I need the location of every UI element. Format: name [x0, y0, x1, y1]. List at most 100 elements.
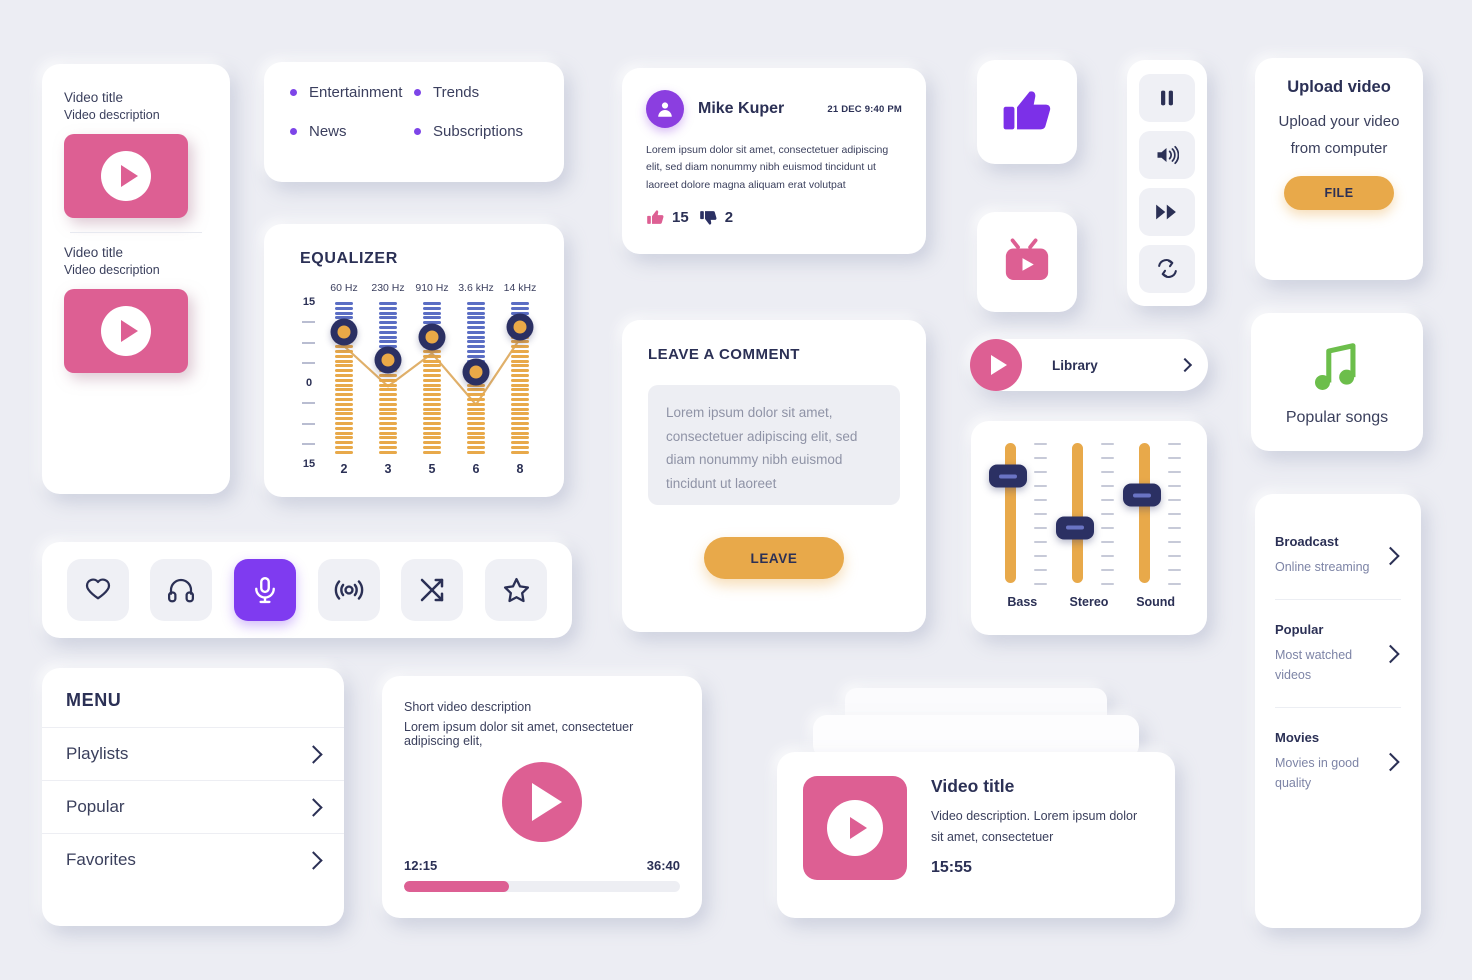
equalizer-track-segment: [467, 422, 485, 425]
mixer-tick: [1100, 569, 1114, 571]
category-news[interactable]: News: [290, 123, 414, 140]
equalizer-slider-track[interactable]: [379, 302, 397, 454]
broadcast-item-subtitle: Movies in good quality: [1275, 756, 1360, 790]
equalizer-track-segment: [467, 431, 485, 435]
broadcast-item-movies[interactable]: Movies Movies in good quality: [1275, 707, 1401, 815]
equalizer-track-segment: [467, 398, 485, 401]
equalizer-plot[interactable]: [322, 302, 542, 454]
equalizer-knob-center: [425, 330, 439, 344]
broadcast-item-popular[interactable]: Popular Most watched videos: [1275, 599, 1401, 707]
leave-button[interactable]: LEAVE: [704, 537, 844, 579]
popular-songs-card[interactable]: Popular songs: [1251, 313, 1423, 451]
comment-input[interactable]: Lorem ipsum dolor sit amet, consectetuer…: [648, 385, 900, 505]
library-label: Library: [1052, 357, 1098, 373]
equalizer-track-segment: [335, 350, 353, 353]
video-player-card: Short video description Lorem ipsum dolo…: [382, 676, 702, 918]
dislike-button[interactable]: 2: [699, 208, 733, 227]
video-list-item[interactable]: Video title Video description: [64, 237, 208, 383]
equalizer-track-segment: [423, 436, 441, 440]
mixer-tick: [1100, 471, 1114, 473]
like-button[interactable]: 15: [646, 208, 689, 227]
video-thumbnail[interactable]: [64, 289, 188, 373]
menu-title: MENU: [66, 690, 122, 710]
equalizer-knob-center: [337, 325, 351, 339]
broadcast-item-title: Movies: [1275, 730, 1320, 745]
equalizer-track-segment: [335, 369, 353, 373]
video-list-card: Video title Video description Video titl…: [42, 64, 230, 494]
mixer-tick: [1034, 471, 1048, 473]
broadcast-icon[interactable]: [317, 559, 380, 621]
avatar: [646, 90, 684, 128]
fast-forward-icon[interactable]: [1139, 187, 1195, 236]
mixer-label: Bass: [1007, 595, 1038, 609]
progress-fill: [404, 881, 509, 892]
shuffle-icon[interactable]: [401, 559, 464, 621]
mixer-tick: [1034, 499, 1048, 501]
tv-tile-button[interactable]: [977, 212, 1077, 312]
video-description: Video description: [64, 108, 160, 122]
category-label: Subscriptions: [433, 123, 524, 140]
equalizer-knob[interactable]: [418, 323, 446, 351]
video-thumbnail[interactable]: [64, 134, 188, 218]
equalizer-track-segment: [423, 398, 441, 401]
menu-card: MENU Playlists Popular Favorites: [42, 668, 344, 926]
equalizer-track-segment: [467, 426, 485, 430]
equalizer-track-segment: [335, 393, 353, 397]
category-entertainment[interactable]: Entertainment: [290, 84, 414, 101]
mixer-slider[interactable]: [1055, 439, 1118, 587]
equalizer-frequency-label: 14 kHz: [503, 282, 537, 294]
mixer-thumb-grip: [1132, 493, 1151, 498]
equalizer-track-segment: [423, 383, 441, 387]
microphone-icon[interactable]: [234, 559, 297, 621]
broadcast-item-broadcast[interactable]: Broadcast Online streaming: [1275, 512, 1401, 599]
like-tile-button[interactable]: [977, 60, 1077, 164]
file-button[interactable]: FILE: [1284, 176, 1394, 211]
equalizer-track-segment: [467, 393, 485, 397]
equalizer-track-segment: [379, 306, 397, 310]
mixer-tick: [1100, 485, 1114, 487]
category-trends[interactable]: Trends: [414, 84, 538, 101]
video-list-item[interactable]: Video title Video description: [64, 82, 208, 228]
equalizer-frequency-label: 3.6 kHz: [458, 282, 494, 294]
stacked-video-card[interactable]: Video title Video description. Lorem ips…: [777, 752, 1175, 918]
mixer-thumb[interactable]: [989, 464, 1028, 488]
equalizer-track-segment: [467, 446, 485, 449]
mixer-slider[interactable]: [989, 439, 1051, 587]
star-icon[interactable]: [485, 559, 548, 621]
ui-kit-canvas: Video title Video description Video titl…: [0, 0, 1472, 980]
library-button[interactable]: Library: [970, 339, 1208, 391]
mixer-thumb[interactable]: [1122, 483, 1161, 507]
mixer-thumb[interactable]: [1055, 516, 1094, 540]
pause-icon[interactable]: [1139, 73, 1195, 122]
video-thumbnail[interactable]: [803, 776, 907, 880]
equalizer-track-segment: [467, 316, 485, 320]
equalizer-knob[interactable]: [330, 318, 358, 346]
equalizer-track-segment: [467, 345, 485, 349]
equalizer-track-segment: [335, 378, 353, 382]
equalizer-track-segment: [335, 374, 353, 377]
headphones-icon[interactable]: [150, 559, 213, 621]
menu-item-favorites[interactable]: Favorites: [42, 833, 344, 886]
equalizer-track-segment: [423, 311, 441, 315]
mixer-card: Bass Stereo Sound: [971, 421, 1207, 635]
equalizer-knob[interactable]: [506, 313, 534, 341]
category-subscriptions[interactable]: Subscriptions: [414, 123, 538, 140]
heart-icon[interactable]: [66, 559, 129, 621]
equalizer-track-segment: [467, 436, 485, 440]
menu-item-popular[interactable]: Popular: [42, 780, 344, 833]
equalizer-knob[interactable]: [374, 346, 402, 373]
equalizer-knob[interactable]: [462, 358, 490, 386]
play-button[interactable]: [502, 762, 582, 842]
comment-date: 21 DEC 9:40 PM: [827, 103, 902, 115]
mixer-tick: [1167, 513, 1181, 515]
volume-icon[interactable]: [1139, 130, 1195, 179]
equalizer-track-segment: [335, 441, 353, 445]
video-duration: 15:55: [931, 858, 972, 876]
mixer-thumb-grip: [999, 474, 1018, 478]
progress-bar[interactable]: [404, 881, 680, 892]
menu-item-playlists[interactable]: Playlists: [42, 727, 344, 780]
mixer-slider[interactable]: [1122, 439, 1185, 587]
chevron-right-icon: [1381, 644, 1400, 663]
equalizer-track-segment: [467, 402, 485, 406]
repeat-icon[interactable]: [1139, 244, 1195, 293]
